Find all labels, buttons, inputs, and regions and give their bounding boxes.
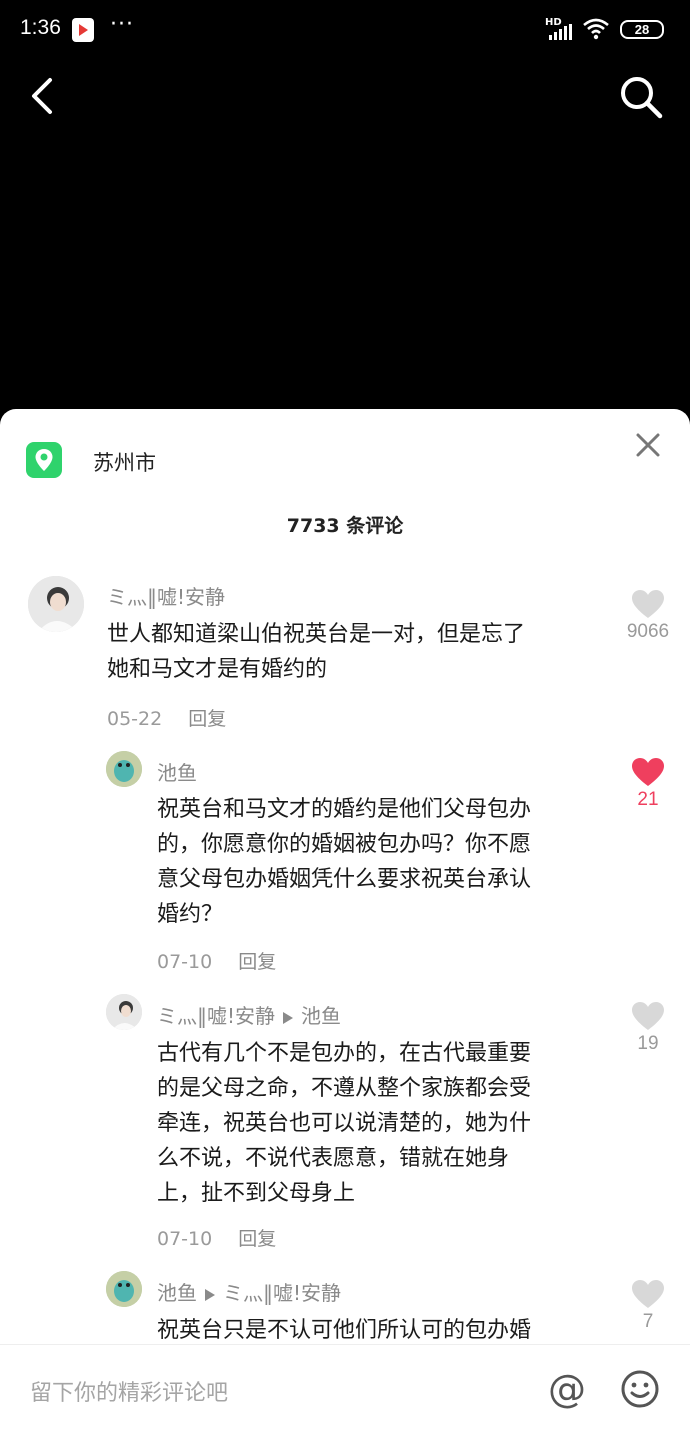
mention-icon[interactable]: @ — [548, 1367, 586, 1411]
emoji-icon[interactable] — [620, 1369, 660, 1409]
comment-text-line: 上，扯不到父母身上 — [157, 1181, 356, 1206]
comment-text-line: 么不说，不说代表愿意，错就在她身 — [157, 1146, 510, 1171]
comment-date: 07-10 — [157, 951, 213, 973]
comments-sheet: 苏州市 7733 条评论 ミ灬‖嘘!安静 世人都知道梁山伯祝英台是一对，但是忘了… — [0, 409, 690, 1436]
location-icon[interactable] — [26, 442, 62, 478]
heart-icon[interactable] — [631, 757, 665, 787]
reply-button[interactable]: 回复 — [238, 1228, 276, 1250]
back-icon[interactable] — [24, 74, 64, 118]
battery-indicator: 28 — [620, 20, 664, 39]
status-bar: 1:36 ··· HD 28 — [0, 0, 690, 62]
comment-text: 祝英台只是不认可他们所认可的包办婚 — [157, 1313, 531, 1348]
avatar[interactable] — [106, 751, 142, 787]
comment-text-line: 她和马文才是有婚约的 — [107, 657, 328, 682]
comment-date: 05-22 — [107, 708, 163, 730]
avatar[interactable] — [106, 994, 142, 1030]
comment-meta: 07-10 回复 — [157, 947, 276, 974]
comment-username[interactable]: ミ灬‖嘘!安静 — [107, 581, 225, 610]
like-count: 7 — [642, 1311, 654, 1332]
like-count: 19 — [637, 1033, 659, 1054]
reply-button[interactable]: 回复 — [238, 951, 276, 973]
search-icon[interactable] — [618, 74, 664, 120]
comment-text-line: 牵连，祝英台也可以说清楚的，她为什 — [157, 1111, 532, 1136]
comment-input-bar: 留下你的精彩评论吧 @ — [0, 1344, 690, 1436]
signal-icon — [549, 24, 572, 40]
wifi-icon — [583, 18, 609, 40]
comment-count: 7733 条评论 — [286, 515, 404, 537]
close-icon[interactable] — [634, 431, 662, 459]
comment-text-line: 祝英台只是不认可他们所认可的包办婚 — [157, 1318, 532, 1343]
avatar[interactable] — [106, 1271, 142, 1307]
heart-icon[interactable] — [631, 1279, 665, 1309]
like-button[interactable]: 19 — [618, 1001, 678, 1055]
like-button[interactable]: 9066 — [618, 589, 678, 643]
comment-text: 祝英台和马文才的婚约是他们父母包办 的，你愿意你的婚姻被包办吗？你不愿 意父母包… — [157, 792, 531, 932]
comment-username[interactable]: ミ灬‖嘘!安静 池鱼 — [157, 1000, 341, 1029]
reply-target[interactable]: 池鱼 — [301, 1004, 341, 1028]
comment-meta: 07-10 回复 — [157, 1224, 276, 1251]
comment-text-line: 祝英台和马文才的婚约是他们父母包办 — [157, 797, 532, 822]
reply-button[interactable]: 回复 — [188, 708, 226, 730]
comment-text: 古代有几个不是包办的，在古代最重要 的是父母之命，不遵从整个家族都会受 牵连，祝… — [157, 1036, 531, 1211]
like-button[interactable]: 7 — [618, 1279, 678, 1333]
comment-username[interactable]: 池鱼 ミ灬‖嘘!安静 — [157, 1277, 341, 1306]
status-time: 1:36 — [20, 16, 61, 39]
comment-text-line: 的是父母之命，不遵从整个家族都会受 — [157, 1076, 532, 1101]
heart-icon[interactable] — [631, 589, 665, 619]
comment-author[interactable]: ミ灬‖嘘!安静 — [157, 1004, 275, 1028]
comment-text-line: 世人都知道梁山伯祝英台是一对，但是忘了 — [107, 622, 526, 647]
comment-date: 07-10 — [157, 1228, 213, 1250]
reply-target[interactable]: ミ灬‖嘘!安静 — [223, 1281, 341, 1305]
comment-text-line: 意父母包办婚姻凭什么要求祝英台承认 — [157, 867, 532, 892]
comment-input[interactable]: 留下你的精彩评论吧 — [30, 1375, 228, 1407]
comment-text-line: 婚约？ — [157, 902, 224, 927]
comment-text-line: 的，你愿意你的婚姻被包办吗？你不愿 — [157, 832, 532, 857]
comment-text: 世人都知道梁山伯祝英台是一对，但是忘了 她和马文才是有婚约的 — [107, 617, 525, 687]
more-notifications-icon: ··· — [110, 12, 134, 37]
heart-icon[interactable] — [631, 1001, 665, 1031]
like-count: 21 — [637, 789, 659, 810]
like-count: 9066 — [626, 621, 670, 642]
like-button[interactable]: 21 — [618, 757, 678, 811]
comment-author[interactable]: 池鱼 — [157, 1281, 197, 1305]
avatar[interactable] — [28, 576, 84, 632]
comment-username[interactable]: 池鱼 — [157, 757, 197, 786]
reply-arrow-icon — [283, 1011, 294, 1024]
reply-arrow-icon — [205, 1288, 215, 1301]
comment-meta: 05-22 回复 — [107, 704, 226, 731]
play-store-icon — [72, 18, 94, 42]
location-label[interactable]: 苏州市 — [93, 447, 156, 477]
comment-text-line: 古代有几个不是包办的，在古代最重要 — [157, 1041, 532, 1066]
